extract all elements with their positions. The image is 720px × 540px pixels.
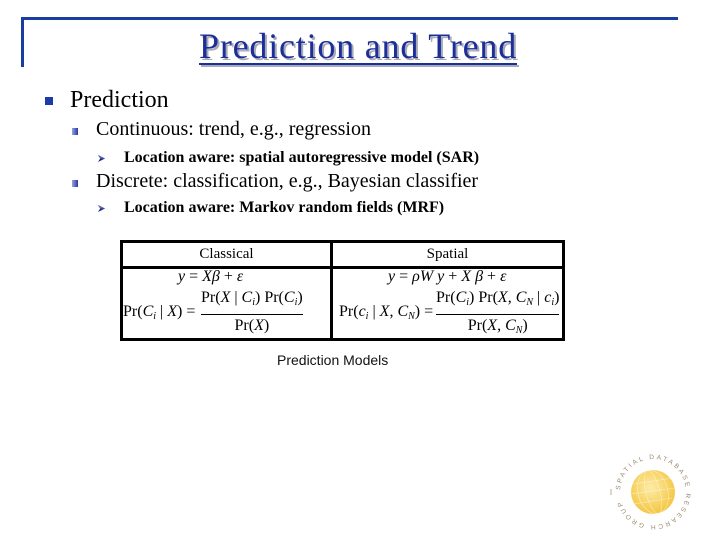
classical-classifier-fraction: Pr(X | Ci) Pr(Ci) Pr(X) <box>201 290 303 334</box>
math-symbol: = <box>395 268 413 285</box>
fraction-numerator: Pr(Ci) Pr(X, CN | ci) <box>436 290 559 311</box>
math-symbol: Pr( <box>467 317 488 334</box>
math-symbol: ) <box>297 289 303 306</box>
math-symbol: | <box>533 289 545 306</box>
math-symbol: Pr( <box>201 289 221 306</box>
fraction-denominator: Pr(X) <box>235 318 270 334</box>
math-symbol: ) = <box>177 303 200 320</box>
slide: Prediction and Trend Prediction Continuo… <box>0 0 720 540</box>
fraction-bar <box>201 314 303 315</box>
math-symbol: , <box>497 317 506 334</box>
math-symbol: C <box>142 303 154 320</box>
math-symbol: ) <box>263 317 270 334</box>
fraction-numerator: Pr(X | Ci) Pr(Ci) <box>201 290 303 311</box>
math-symbol: Pr( <box>123 303 143 320</box>
math-symbol: X <box>487 317 498 334</box>
math-symbol: ρ <box>412 268 420 285</box>
small-square-bullet-icon <box>72 180 78 187</box>
math-symbol: X <box>379 303 390 320</box>
bullet-location-aware-sar: Location aware: spatial autoregressive m… <box>124 149 480 166</box>
math-symbol: c <box>358 303 366 320</box>
classical-classifier-lhs: Pr(Ci | X) = <box>123 304 199 325</box>
small-square-bullet-icon <box>72 128 78 135</box>
math-symbol: X <box>202 268 212 285</box>
math-symbol: ε <box>500 268 507 285</box>
math-symbol: X <box>220 289 231 306</box>
math-subscript: N <box>408 311 415 322</box>
square-bullet-icon <box>45 97 53 105</box>
fraction-denominator: Pr(X, CN) <box>468 318 528 339</box>
math-symbol: + <box>219 268 237 285</box>
math-symbol: Pr( <box>339 303 359 320</box>
math-symbol: C <box>283 289 295 306</box>
math-symbol: Pr( <box>234 317 255 334</box>
table-caption: Prediction Models <box>277 352 389 368</box>
math-symbol: y <box>433 268 445 285</box>
fraction-bar <box>436 314 560 315</box>
math-symbol: C <box>515 289 527 306</box>
bullet-continuous: Continuous: trend, e.g., regression <box>96 118 371 140</box>
slide-title: Prediction and Trend <box>199 26 517 66</box>
bullet-discrete: Discrete: classification, e.g., Bayesian… <box>96 170 479 192</box>
arrow-bullet-icon <box>98 205 105 212</box>
research-group-logo: SPATIAL DATABASE RESEARCH GROUP <box>610 454 691 530</box>
math-symbol: β <box>211 268 220 285</box>
arrow-bullet-icon <box>98 155 105 162</box>
spatial-regression-equation: y = ρW y + X β + ε <box>388 269 506 285</box>
math-symbol: ε <box>236 268 244 285</box>
math-symbol: Pr( <box>436 289 456 306</box>
bullet-prediction: Prediction <box>70 87 169 113</box>
math-symbol: + <box>444 268 462 285</box>
math-symbol: | <box>230 289 242 306</box>
prediction-models-table: Classical Spatial y = Xβ + ε Pr(Ci | X) … <box>120 240 565 341</box>
math-symbol: = <box>185 268 203 285</box>
classical-regression-equation: y = Xβ + ε <box>178 269 243 285</box>
column-header-classical: Classical <box>199 246 254 262</box>
math-symbol: ) = <box>414 303 438 320</box>
math-symbol: C <box>397 303 409 320</box>
math-symbol: , <box>507 289 516 306</box>
math-symbol: X <box>461 268 472 285</box>
math-symbol: X <box>167 303 177 320</box>
math-symbol: X <box>254 317 264 334</box>
title-rule-horizontal <box>21 17 678 20</box>
math-symbol: ) Pr( <box>469 289 498 306</box>
column-header-spatial: Spatial <box>426 246 469 262</box>
math-symbol: C <box>455 289 467 306</box>
spatial-classifier-lhs: Pr(ci | X, CN) = <box>339 304 437 325</box>
math-symbol: W <box>419 268 434 285</box>
math-symbol: ) <box>522 317 528 334</box>
bullet-location-aware-mrf: Location aware: Markov random fields (MR… <box>124 199 445 216</box>
spatial-classifier-fraction: Pr(Ci) Pr(X, CN | ci) Pr(X, CN) <box>436 290 560 339</box>
math-symbol: β <box>471 268 484 285</box>
math-symbol: | <box>368 303 380 320</box>
math-symbol: + <box>483 268 501 285</box>
math-symbol: C <box>505 317 516 334</box>
math-symbol: X <box>497 289 508 306</box>
math-symbol: | <box>156 303 168 320</box>
math-symbol: ) <box>554 289 560 306</box>
math-symbol: ) Pr( <box>255 289 284 306</box>
math-symbol: C <box>241 289 253 306</box>
